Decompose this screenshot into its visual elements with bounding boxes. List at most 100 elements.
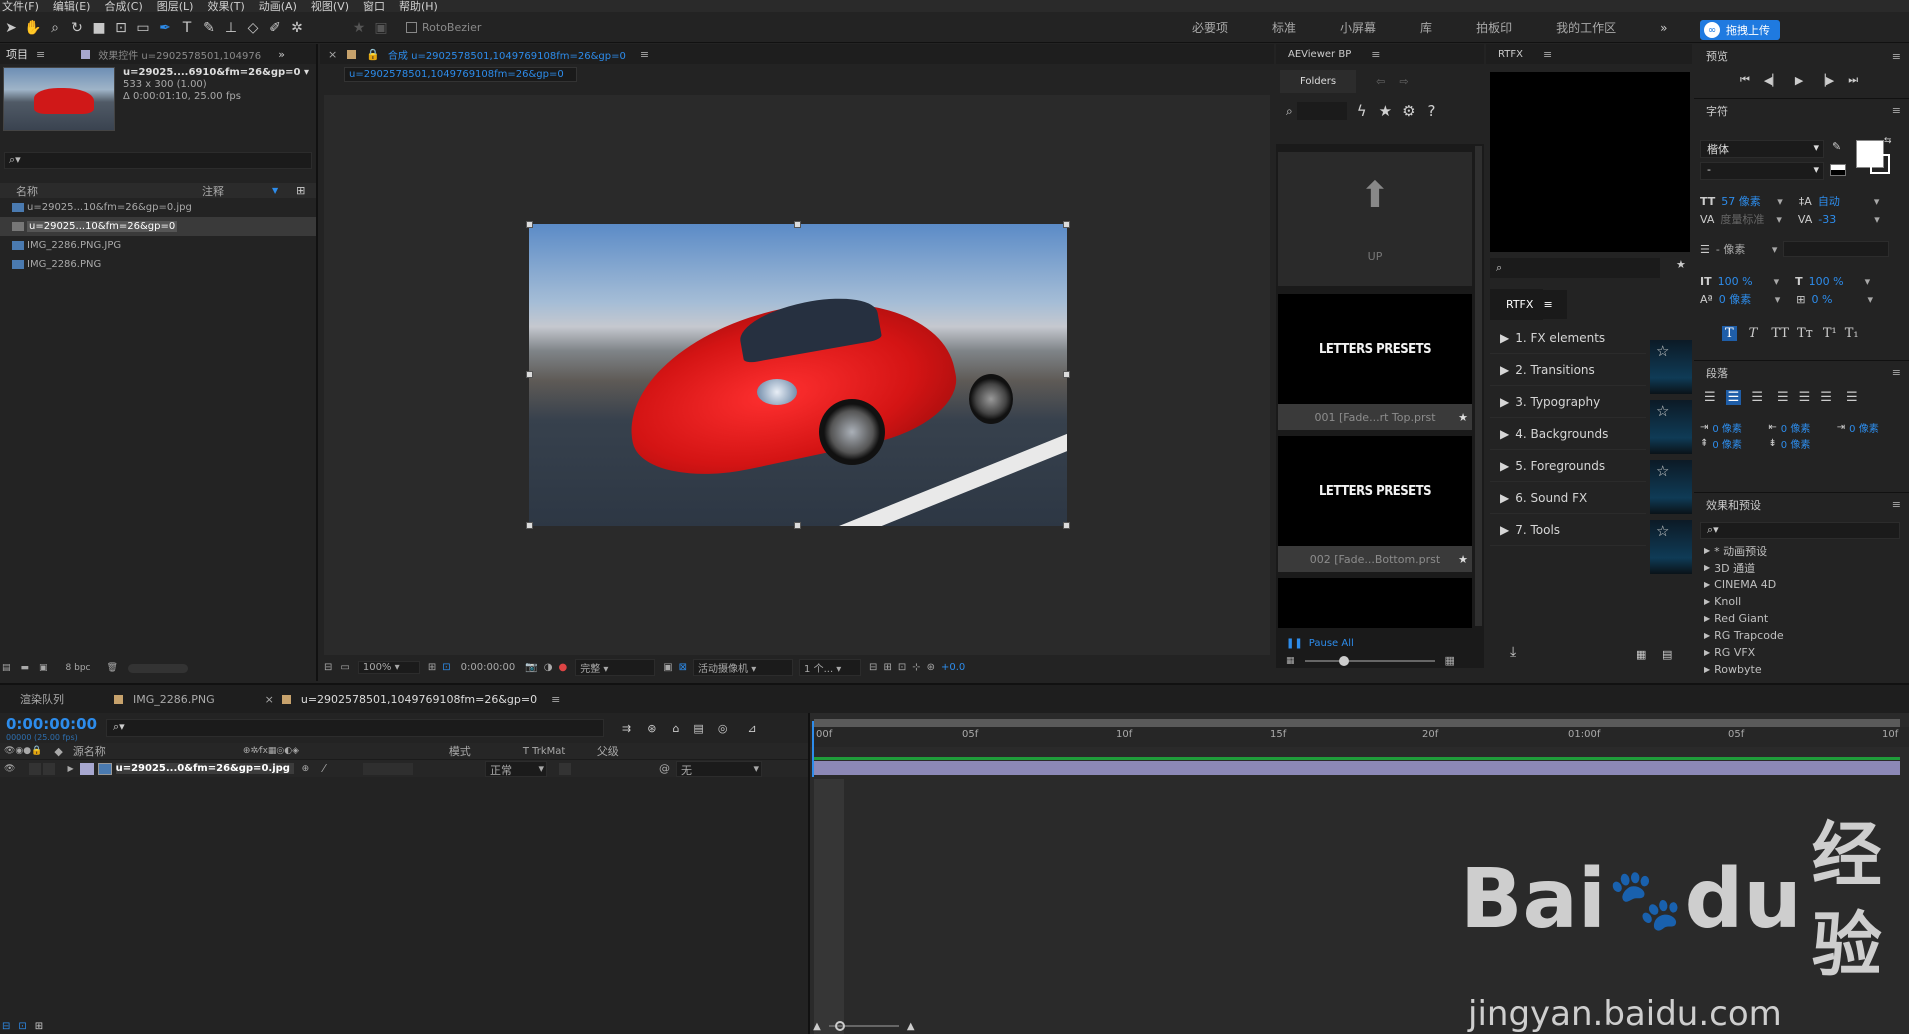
column-source-name[interactable]: 源名称: [73, 743, 243, 759]
black-white-icon[interactable]: [1830, 164, 1846, 176]
snapshot-icon[interactable]: 📷: [525, 662, 537, 673]
transfer-controls-icon[interactable]: ⊡: [18, 1021, 26, 1032]
align-right-icon[interactable]: ☰: [1751, 390, 1763, 405]
scrollbar[interactable]: [1475, 146, 1482, 626]
indent-first-value[interactable]: 0 像素: [1849, 420, 1879, 435]
star-outline-icon[interactable]: ☆: [1656, 522, 1669, 540]
thumb-size-slider[interactable]: ▦ ▦: [1286, 654, 1476, 667]
dropdown-arrow-icon[interactable]: ▾: [1776, 213, 1782, 226]
column-name[interactable]: 名称: [16, 183, 202, 199]
stroke-color-swatch[interactable]: [1870, 154, 1890, 174]
upload-badge[interactable]: ∞ 拖拽上传: [1700, 20, 1780, 40]
dropdown-arrow-icon[interactable]: ▾: [1865, 275, 1871, 288]
menu-help[interactable]: 帮助(H): [399, 0, 438, 12]
layer-switches-icon[interactable]: ⊟: [2, 1021, 10, 1032]
stroke-type-select[interactable]: [1783, 241, 1890, 257]
folders-button[interactable]: Folders: [1280, 69, 1357, 93]
transform-handle[interactable]: [794, 522, 801, 529]
layer-search[interactable]: ⌕▾: [106, 719, 604, 737]
slider-track[interactable]: [1304, 655, 1435, 666]
workspace-standard[interactable]: 标准: [1272, 19, 1296, 36]
tab-render-queue[interactable]: 渲染队列: [20, 691, 64, 707]
layer-mode-select[interactable]: 正常 ▾: [484, 760, 547, 777]
column-comment[interactable]: 注释: [202, 183, 272, 199]
reset-exposure-icon[interactable]: ⊛: [927, 662, 935, 673]
project-item[interactable]: IMG_2286.PNG: [0, 255, 316, 274]
tsume-value[interactable]: 0 %: [1811, 293, 1867, 306]
visibility-icon[interactable]: 👁: [4, 764, 15, 774]
justify-left-icon[interactable]: ☰: [1777, 390, 1789, 405]
menu-file[interactable]: 文件(F): [2, 0, 39, 12]
list-view-icon[interactable]: ▤: [1662, 648, 1672, 661]
column-trkmat[interactable]: T TrkMat: [523, 746, 597, 757]
fit-icon[interactable]: ⊞: [428, 662, 436, 673]
all-caps-button[interactable]: TT: [1771, 326, 1789, 341]
font-select[interactable]: 楷体 ▾: [1700, 140, 1824, 158]
lock-icon[interactable]: 🔒: [366, 48, 380, 61]
effects-category[interactable]: ▶ * 动画预设: [1694, 542, 1909, 559]
shy-layers-icon[interactable]: ⌂: [672, 722, 679, 735]
rtfx-list-item[interactable]: ▶ 5. Foregrounds: [1490, 450, 1646, 482]
slider-knob[interactable]: [1338, 655, 1349, 666]
rtfx-thumb[interactable]: ☆: [1650, 520, 1692, 574]
indent-right-value[interactable]: 0 像素: [1781, 420, 1831, 435]
menu-layer[interactable]: 图层(L): [157, 0, 194, 12]
rtfx-list-item[interactable]: ▶ 7. Tools: [1490, 514, 1646, 546]
align-center-icon[interactable]: ☰: [1725, 390, 1742, 405]
bpc-label[interactable]: 8 bpc: [66, 663, 91, 673]
dropdown-arrow-icon[interactable]: ▾: [1867, 293, 1873, 306]
indent-left-value[interactable]: 0 像素: [1712, 420, 1762, 435]
rtfx-list-item[interactable]: ▶ 6. Sound FX: [1490, 482, 1646, 514]
workspace-library[interactable]: 库: [1420, 19, 1432, 36]
dropdown-arrow-icon[interactable]: ▾: [1775, 293, 1781, 306]
justify-right-icon[interactable]: ☰: [1820, 390, 1832, 405]
color-icon[interactable]: ●: [558, 662, 567, 673]
layer-name[interactable]: u=29025...0&fm=26&gp=0.jpg: [115, 763, 294, 774]
exposure-value[interactable]: +0.0: [941, 662, 965, 673]
preset-thumbnail[interactable]: LETTERS PRESETS: [1278, 294, 1472, 404]
play-icon[interactable]: ▶: [1795, 74, 1803, 87]
layer-duration-bar[interactable]: [814, 761, 1900, 775]
dropdown-arrow-icon[interactable]: ▾: [1774, 275, 1780, 288]
search-field[interactable]: [1296, 102, 1347, 120]
small-caps-button[interactable]: Tт: [1797, 326, 1813, 341]
menu-icon[interactable]: ≡: [1892, 50, 1901, 63]
menu-view[interactable]: 视图(V): [311, 0, 349, 12]
menu-icon[interactable]: ≡: [1892, 104, 1901, 117]
roto-brush-tool-icon[interactable]: ✐: [264, 17, 286, 39]
zoom-out-icon[interactable]: ▲: [813, 1021, 821, 1032]
menu-icon[interactable]: ≡: [640, 48, 649, 61]
swap-colors-icon[interactable]: ⇆: [1884, 136, 1892, 146]
star-outline-icon[interactable]: ☆: [1656, 342, 1669, 360]
expand-arrow-icon[interactable]: ▶: [67, 764, 73, 773]
tracking-value[interactable]: -33: [1818, 213, 1874, 226]
zoom-select[interactable]: 100% ▾: [357, 660, 420, 674]
workspace-more-icon[interactable]: »: [1660, 21, 1667, 35]
zoom-tool-icon[interactable]: ⌕: [44, 17, 66, 39]
eyedropper-icon[interactable]: ✎: [1832, 140, 1841, 153]
transform-handle[interactable]: [1063, 522, 1070, 529]
transform-handle[interactable]: [526, 221, 533, 228]
comp-viewer[interactable]: [324, 95, 1270, 655]
monitor-icon[interactable]: ▭: [340, 662, 349, 673]
playhead[interactable]: [812, 721, 814, 777]
forward-arrow-icon[interactable]: ⇨: [1399, 75, 1408, 88]
space-after-value[interactable]: 0 像素: [1781, 436, 1811, 451]
rotate-tool-icon[interactable]: ↻: [66, 17, 88, 39]
align-left-icon[interactable]: ☰: [1704, 390, 1716, 405]
rotobezier-checkbox[interactable]: RotoBezier: [406, 21, 481, 34]
rtfx-tab[interactable]: RTFX: [1490, 288, 1544, 320]
rotobezier-box[interactable]: [406, 22, 417, 33]
quality-select[interactable]: 完整 ▾: [575, 658, 656, 676]
dropdown-arrow-icon[interactable]: ▾: [1874, 213, 1880, 226]
zoom-in-icon[interactable]: ▲: [907, 1021, 915, 1032]
tab-comp[interactable]: u=2902578501,1049769108fm=26&gp=0: [301, 693, 537, 706]
pickwhip-icon[interactable]: @: [659, 762, 670, 775]
puppet-tool-icon[interactable]: ✲: [286, 17, 308, 39]
star-outline-icon[interactable]: ☆: [1656, 402, 1669, 420]
close-tab-icon[interactable]: ×: [265, 693, 274, 706]
menu-icon[interactable]: ≡: [1892, 366, 1901, 379]
tab-effects-controls[interactable]: 效果控件 u=2902578501,104976: [98, 47, 268, 62]
transparency-grid-icon[interactable]: ⊠: [679, 662, 687, 673]
hand-tool-icon[interactable]: ✋: [22, 17, 44, 39]
